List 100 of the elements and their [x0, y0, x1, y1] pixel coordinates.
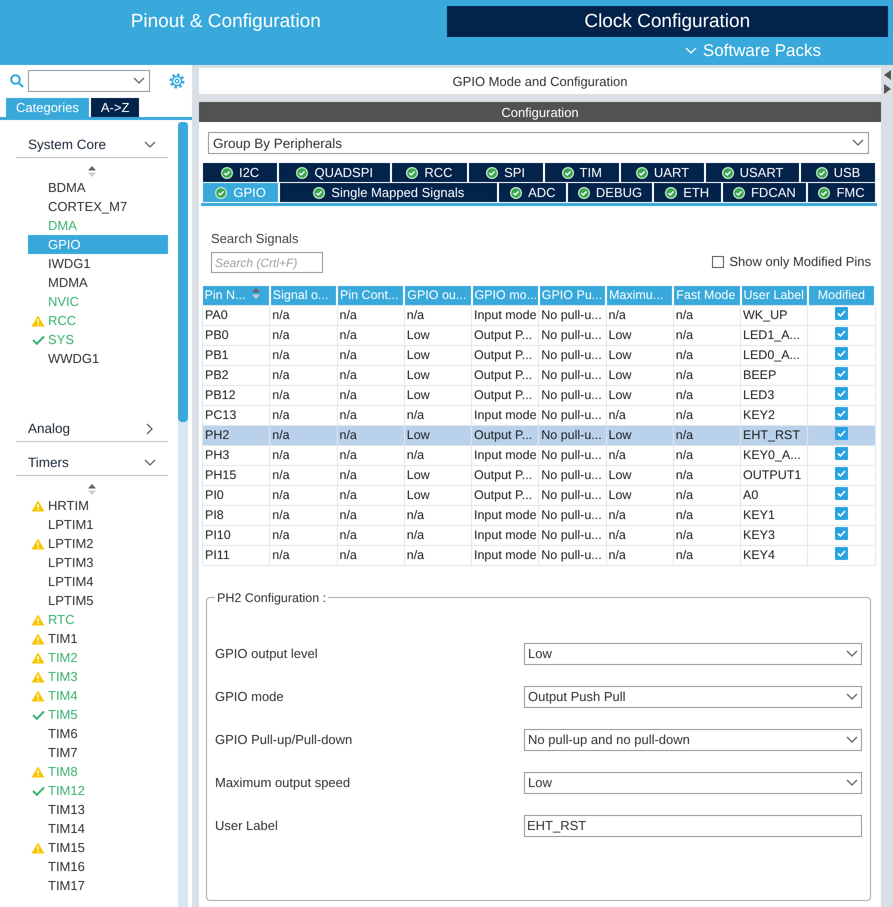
peripheral-item[interactable]: LPTIM5 [28, 591, 168, 610]
category-header[interactable]: System Core [16, 124, 168, 158]
table-row[interactable]: PI8 n/a n/a n/a Input mode No pull-u... n/a n/a KEY1 [202, 505, 875, 525]
table-row[interactable]: PH2 n/a n/a Low Output P... No pull-u... Low n/a EHT_RST [202, 425, 875, 445]
table-cell: n/a [404, 405, 472, 425]
table-row[interactable]: PB1 n/a n/a Low Output P... No pull-u... Low n/a LED0_A... [202, 345, 875, 365]
table-row[interactable]: PI0 n/a n/a Low Output P... No pull-u... Low n/a A0 [202, 485, 875, 505]
settings-icon[interactable] [168, 72, 186, 90]
peripheral-item[interactable]: CORTEX_M7 [28, 197, 168, 216]
sort-arrows-icon[interactable] [88, 484, 96, 494]
chevron-down-icon[interactable] [846, 778, 858, 786]
peripheral-item[interactable]: TIM13 [28, 800, 168, 819]
chevron-down-icon[interactable] [144, 140, 156, 148]
table-cell: PB1 [202, 345, 270, 365]
field-label: GPIO Pull-up/Pull-down [215, 732, 352, 747]
scrollbar-thumb[interactable] [178, 122, 188, 422]
peripheral-tab[interactable]: QUADSPI [279, 163, 390, 182]
table-row[interactable]: PB2 n/a n/a Low Output P... No pull-u... Low n/a BEEP [202, 365, 875, 385]
peripheral-item[interactable]: TIM17 [28, 876, 168, 895]
table-row[interactable]: PC13 n/a n/a n/a Input mode No pull-u... n/a n/a KEY2 [202, 405, 875, 425]
chevron-right-icon[interactable] [146, 422, 154, 434]
peripheral-tab[interactable]: Single Mapped Signals [280, 183, 498, 202]
select-field[interactable]: Output Push Pull [524, 686, 862, 708]
checkbox[interactable] [834, 307, 848, 320]
table-cell: A0 [740, 485, 808, 505]
checkbox[interactable] [834, 367, 848, 380]
select-field[interactable]: Low [524, 642, 862, 664]
peripheral-tab[interactable]: SPI [468, 163, 543, 182]
sidebar-tab[interactable]: A->Z [90, 98, 140, 117]
category-header[interactable]: Timers [16, 442, 168, 476]
expand-arrow-icon[interactable] [884, 84, 890, 94]
peripheral-tab[interactable]: USART [706, 163, 799, 182]
chevron-down-icon[interactable] [133, 77, 145, 85]
table-row[interactable]: PA0 n/a n/a n/a Input mode No pull-u... n/a n/a WK_UP [202, 305, 875, 325]
check-circle-icon [486, 166, 498, 178]
group-by-dropdown[interactable]: Group By Peripherals [208, 132, 869, 154]
table-row[interactable]: PB12 n/a n/a Low Output P... No pull-u... Low n/a LED3 [202, 385, 875, 405]
checkbox[interactable] [834, 427, 848, 440]
peripheral-item[interactable]: TIM7 [28, 743, 168, 762]
peripheral-item[interactable]: TIM1 [28, 629, 168, 648]
peripheral-item[interactable]: HRTIM [28, 496, 168, 515]
checkbox[interactable] [834, 467, 848, 480]
select-field[interactable]: Low [524, 772, 862, 794]
sort-arrows-icon[interactable] [252, 288, 260, 300]
peripheral-tab[interactable]: DEBUG [568, 183, 652, 202]
peripheral-tab[interactable]: I2C [203, 163, 278, 182]
table-cell: n/a [337, 505, 404, 525]
peripheral-item[interactable]: LPTIM2 [28, 534, 168, 553]
peripheral-tab[interactable]: TIM [544, 163, 619, 182]
peripheral-item[interactable]: IWDG1 [28, 254, 168, 273]
peripheral-item[interactable]: TIM6 [28, 724, 168, 743]
category-header[interactable]: Analog [16, 408, 168, 442]
select-field[interactable]: No pull-up and no pull-down [524, 728, 862, 750]
table-cell: PI0 [202, 485, 270, 505]
scrollbar[interactable] [178, 122, 188, 907]
checkbox[interactable] [834, 447, 848, 460]
peripheral-tab[interactable]: UART [620, 163, 704, 182]
peripheral-item[interactable]: LPTIM3 [28, 553, 168, 572]
peripheral-tab[interactable]: FDCAN [722, 183, 806, 202]
peripheral-item[interactable]: LPTIM1 [28, 515, 168, 534]
peripheral-tab[interactable]: ETH [654, 183, 721, 202]
peripheral-item[interactable]: BDMA [28, 178, 168, 197]
chevron-down-icon[interactable] [144, 458, 156, 466]
peripheral-item[interactable]: WWDG1 [28, 349, 168, 368]
peripheral-tab[interactable]: ADC [499, 183, 566, 202]
table-row[interactable]: PB0 n/a n/a Low Output P... No pull-u... Low n/a LED1_A... [202, 325, 875, 345]
checkbox[interactable] [834, 387, 848, 400]
checkbox[interactable] [834, 487, 848, 500]
sort-arrows-icon[interactable] [88, 166, 96, 176]
chevron-down-icon[interactable] [846, 692, 858, 700]
search-combo[interactable] [28, 70, 150, 92]
table-row[interactable]: PH15 n/a n/a Low Output P... No pull-u... Low n/a OUTPUT1 [202, 465, 875, 485]
peripheral-item[interactable]: TIM16 [28, 857, 168, 876]
chevron-down-icon[interactable] [846, 736, 858, 744]
checkbox[interactable] [834, 507, 848, 520]
peripheral-tab[interactable]: USB [800, 163, 875, 182]
warning-icon [31, 842, 45, 854]
checkbox[interactable] [834, 327, 848, 340]
peripheral-item[interactable]: MDMA [28, 273, 168, 292]
chevron-down-icon[interactable] [846, 650, 858, 658]
search-signals-field[interactable]: Search (Crtl+F) [211, 252, 323, 273]
peripheral-item[interactable]: LPTIM4 [28, 572, 168, 591]
checkbox[interactable] [834, 547, 848, 560]
search-signals-label: Search Signals [211, 231, 300, 246]
table-row[interactable]: PI11 n/a n/a n/a Input mode No pull-u... n/a n/a KEY4 [202, 545, 875, 565]
collapse-arrow-icon[interactable] [884, 70, 890, 80]
input-field[interactable]: EHT_RST [524, 814, 862, 836]
table-row[interactable]: PI10 n/a n/a n/a Input mode No pull-u... n/a n/a KEY3 [202, 525, 875, 545]
checkbox[interactable] [834, 527, 848, 540]
peripheral-item[interactable]: TIM14 [28, 819, 168, 838]
table-cell: n/a [337, 385, 404, 405]
peripheral-item[interactable]: TIM15 [28, 838, 168, 857]
peripheral-tab[interactable]: FMC [808, 183, 875, 202]
show-modified-checkbox[interactable]: Show only Modified Pins [712, 254, 871, 269]
chevron-down-icon[interactable] [852, 139, 864, 147]
checkbox[interactable] [834, 347, 848, 360]
table-row[interactable]: PH3 n/a n/a n/a Input mode No pull-u... n/a n/a KEY0_A... [202, 445, 875, 465]
header-tab[interactable]: Clock Configuration [446, 6, 888, 37]
checkbox[interactable] [834, 407, 848, 420]
peripheral-tab[interactable]: RCC [392, 163, 466, 182]
